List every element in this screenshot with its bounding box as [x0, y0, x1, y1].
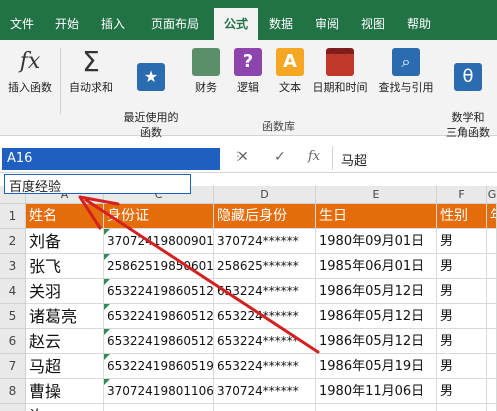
- arrow-shaft: [84, 198, 320, 354]
- arrow-head: [78, 195, 120, 230]
- annotation-arrow: [78, 195, 320, 354]
